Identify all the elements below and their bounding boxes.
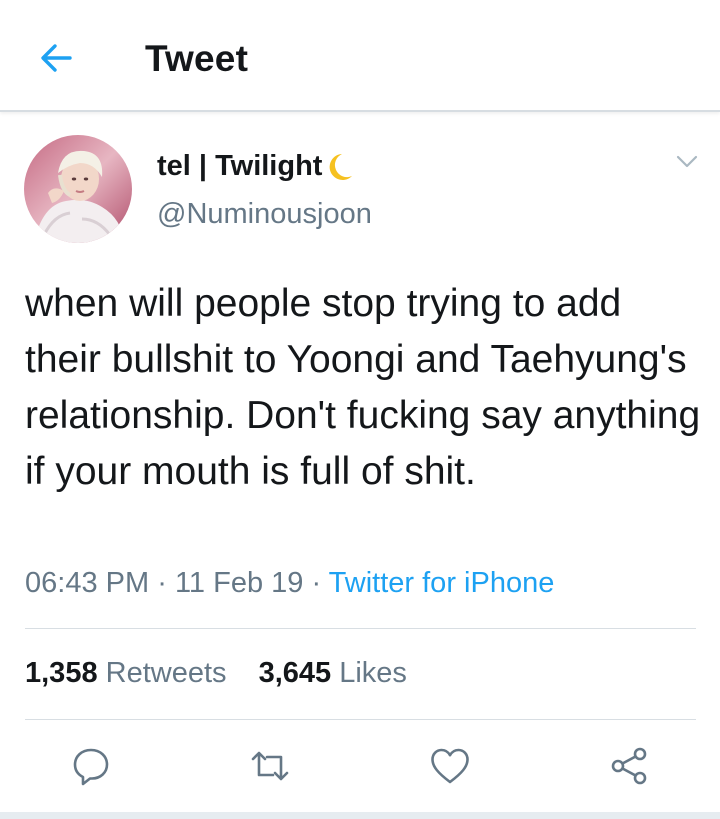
tweet-time: 06:43 PM xyxy=(25,567,150,599)
tweet-text: when will people stop trying to add thei… xyxy=(25,282,701,493)
likes-label[interactable]: Likes xyxy=(339,657,407,689)
tweet-stats: 1,358 Retweets 3,645 Likes xyxy=(25,657,407,690)
arrow-left-icon[interactable] xyxy=(36,38,76,78)
reply-icon[interactable] xyxy=(70,745,112,787)
page-title: Tweet xyxy=(145,38,249,79)
bottom-separator xyxy=(0,812,720,819)
tweet-source-link[interactable]: Twitter for iPhone xyxy=(329,567,555,599)
retweets-count[interactable]: 1,358 xyxy=(25,657,98,689)
meta-separator: · xyxy=(157,567,167,599)
divider xyxy=(25,628,696,629)
avatar[interactable] xyxy=(24,135,132,243)
share-icon[interactable] xyxy=(608,745,650,787)
tweet-meta: 06:43 PM · 11 Feb 19 · Twitter for iPhon… xyxy=(25,567,554,600)
user-handle[interactable]: @Numinousjoon xyxy=(157,198,372,231)
retweet-icon[interactable] xyxy=(249,745,291,787)
chevron-down-icon[interactable] xyxy=(676,154,698,170)
display-name[interactable]: tel | Twilight xyxy=(157,150,322,183)
likes-count[interactable]: 3,645 xyxy=(259,657,332,689)
divider xyxy=(25,719,696,720)
retweets-label[interactable]: Retweets xyxy=(106,657,227,689)
tweet-date: 11 Feb 19 xyxy=(174,567,304,599)
top-bar: Tweet xyxy=(0,0,720,112)
meta-separator: · xyxy=(311,567,322,599)
crescent-moon-icon xyxy=(330,153,353,180)
like-icon[interactable] xyxy=(429,745,471,787)
author-name-row[interactable]: tel | Twilight xyxy=(157,150,354,183)
